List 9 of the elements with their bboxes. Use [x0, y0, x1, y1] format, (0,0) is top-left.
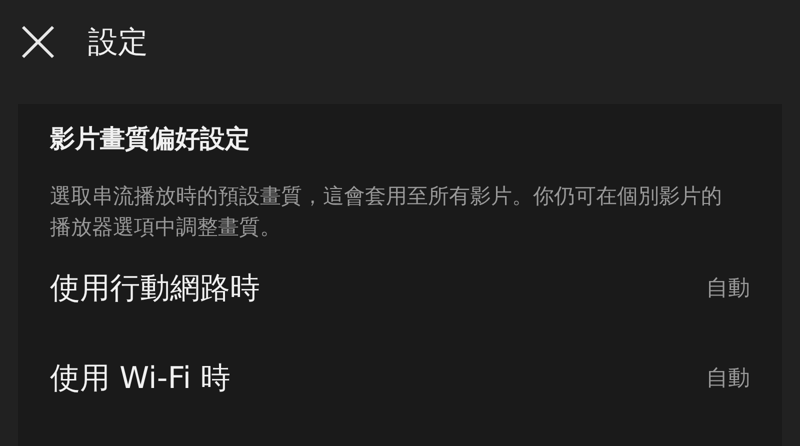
setting-value: 自動	[706, 275, 750, 303]
setting-label[interactable]: 使用行動網路時	[50, 268, 260, 308]
setting-label[interactable]: 使用 Wi-Fi 時	[50, 358, 231, 398]
setting-value: 自動	[706, 365, 750, 393]
section-title: 影片畫質偏好設定	[50, 123, 251, 155]
section-description: 選取串流播放時的預設畫質，這會套用至所有影片。你仍可在個別影片的播放器選項中調整畫質。	[50, 183, 723, 241]
page-title: 設定	[88, 24, 148, 62]
close-icon	[20, 24, 56, 60]
close-button[interactable]	[20, 24, 56, 60]
